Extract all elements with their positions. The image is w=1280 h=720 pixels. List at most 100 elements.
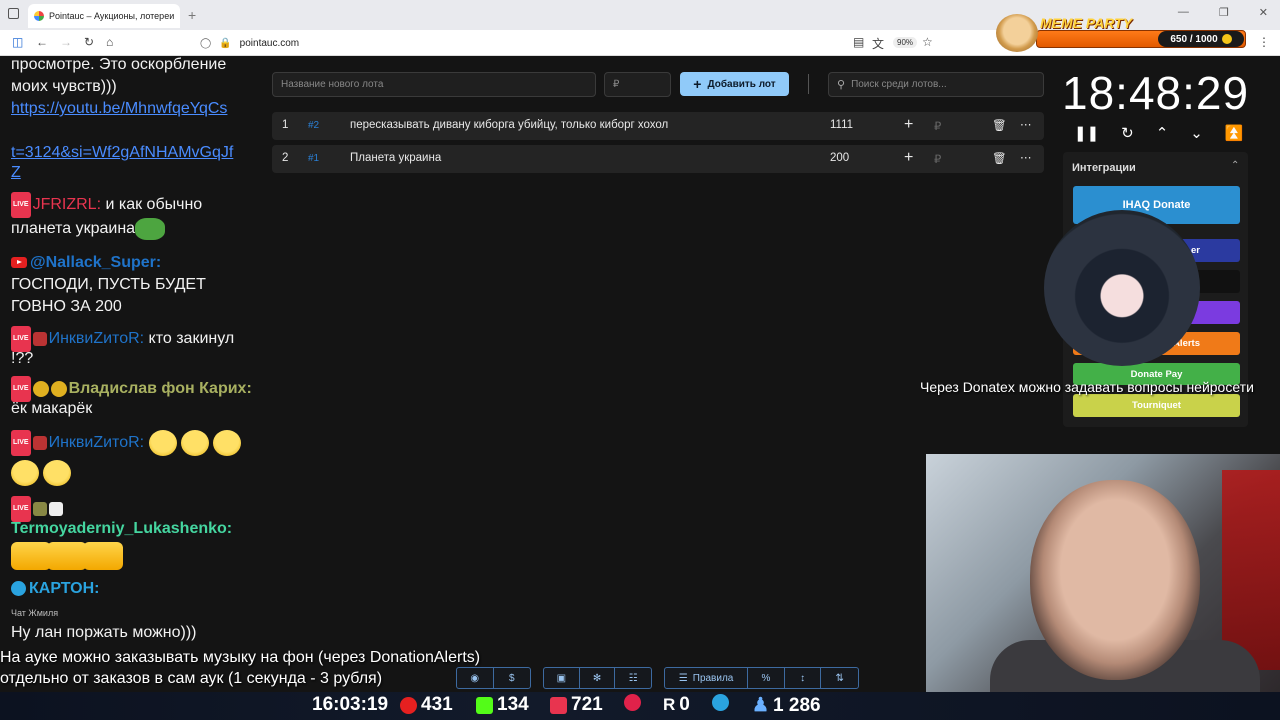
trash-icon[interactable]: 🗑: [992, 151, 1007, 165]
stream-chat: просмотре. Это оскорбление моих чувств))…: [0, 56, 270, 696]
search-placeholder: Поиск среди лотов...: [851, 79, 947, 90]
window-controls: — ❐ ✕: [1178, 6, 1268, 19]
toolbar-group-settings: ☰ Правила % ↕ ⇅: [664, 667, 859, 689]
chat-username: ИнквиZитоR:: [48, 434, 145, 452]
url-text: pointauc.com: [239, 37, 300, 49]
youtube-count: 431: [421, 694, 453, 715]
vtuber-avatar: [1044, 210, 1200, 366]
user-badge-icon: [32, 332, 47, 346]
youtube-viewers: 431: [400, 694, 453, 716]
chat-emotes: [11, 542, 123, 570]
collapse-chevron-icon[interactable]: ⌃: [1231, 160, 1239, 171]
new-tab-button[interactable]: +: [188, 7, 196, 23]
lot-id: #1: [308, 153, 320, 164]
integrations-title: Интеграции: [1072, 162, 1136, 174]
more-icon[interactable]: ⋯: [1020, 117, 1032, 131]
lot-name[interactable]: пересказывать дивану киборга убийцу, тол…: [350, 119, 668, 131]
tourniquet-button[interactable]: Tourniquet: [1073, 394, 1240, 417]
currency-placeholder: ₽: [613, 79, 620, 90]
add-lot-button[interactable]: + Добавить лот: [680, 72, 789, 96]
bug-icon[interactable]: ✻: [580, 668, 616, 688]
laugh-emote-icon: [11, 460, 39, 486]
chevron-down-icon[interactable]: ⌄: [1190, 124, 1203, 142]
save-icon[interactable]: ▣: [544, 668, 580, 688]
toolbar-divider: [808, 74, 809, 94]
rules-button[interactable]: ☰ Правила: [665, 668, 749, 688]
sidebar-toggle-icon[interactable]: ◫: [12, 35, 23, 49]
chat-link[interactable]: Z: [11, 162, 21, 184]
chevron-up-icon[interactable]: ⌃: [1156, 124, 1169, 142]
bookmark-star-icon[interactable]: ☆: [922, 35, 933, 49]
chat-username: ИнквиZитоR:: [48, 330, 145, 348]
chat-message: LIVE JFRIZRL: и как обычно: [11, 192, 202, 218]
chat-link[interactable]: https://youtu.be/MhnwfqeYqCs: [11, 98, 227, 120]
user-badge-icon: [32, 502, 47, 516]
lot-index: 2: [282, 152, 289, 164]
clear-icon[interactable]: ☷: [615, 668, 651, 688]
add-lot-label: Добавить лот: [707, 78, 776, 90]
browser-tab[interactable]: Pointauc – Аукционы, лотереи ✕: [28, 4, 180, 28]
forward-icon[interactable]: →: [60, 35, 72, 49]
lot-currency[interactable]: ₽: [934, 119, 941, 133]
percent-button[interactable]: %: [748, 668, 785, 688]
chat-message-text: кто закинул: [144, 330, 235, 348]
reload-icon[interactable]: ↻: [84, 35, 94, 49]
lot-amount[interactable]: 200: [830, 152, 849, 164]
minimize-icon[interactable]: —: [1178, 6, 1189, 19]
rutube-icon: R: [663, 695, 676, 714]
chat-link[interactable]: t=3124&si=Wf2gAfNHAMvGqJf: [11, 142, 233, 164]
chat-username: Владислав фон Карих:: [68, 380, 252, 398]
tab-actions-icon[interactable]: [8, 8, 19, 19]
chat-message: планета украина: [11, 218, 166, 240]
lot-search-input[interactable]: ⚲ Поиск среди лотов...: [828, 72, 1044, 97]
favicon-icon: [34, 11, 44, 21]
play-icon: [624, 694, 641, 711]
viewers-count: 1 286: [773, 694, 821, 716]
webcam-background-flag: [1222, 470, 1280, 670]
plus-icon[interactable]: +: [904, 149, 913, 167]
lot-name[interactable]: Планета украина: [350, 152, 441, 164]
chat-username: Termoyaderniy_Lukashenko:: [11, 520, 233, 537]
lot-row[interactable]: 1 #2 пересказывать дивану киборга убийцу…: [272, 112, 1044, 140]
menu-dots-icon[interactable]: ⋮: [1258, 35, 1270, 49]
lot-amount[interactable]: 1111: [830, 119, 853, 131]
close-window-icon[interactable]: ✕: [1259, 6, 1268, 19]
translate-icon[interactable]: 文: [872, 35, 884, 52]
chat-message-text: и как обычно: [101, 196, 203, 214]
vk-count: 721: [571, 694, 603, 715]
chat-username: КАРТОН:: [29, 580, 100, 597]
double-chevron-up-icon[interactable]: ⏫: [1225, 124, 1244, 142]
tab-close-icon[interactable]: ✕: [179, 11, 180, 22]
more-icon[interactable]: ⋯: [1020, 150, 1032, 164]
pause-icon[interactable]: ❚❚: [1074, 124, 1099, 142]
ihaq-donate-label: IHAQ Donate: [1122, 199, 1191, 211]
music-order-note-line: На ауке можно заказывать музыку на фон (…: [0, 649, 481, 666]
zoom-badge[interactable]: 90%: [893, 37, 918, 48]
youtube-icon: [400, 696, 417, 714]
lot-currency[interactable]: ₽: [934, 152, 941, 166]
new-lot-amount-input[interactable]: ₽: [604, 72, 671, 97]
trovo-viewers: [624, 694, 641, 711]
laugh-emote-icon: [180, 430, 209, 456]
auction-timer: 18:48:29: [1062, 67, 1250, 119]
reset-icon[interactable]: ↻: [1121, 124, 1134, 142]
new-lot-name-input[interactable]: Название нового лота: [272, 72, 596, 97]
lot-row[interactable]: 2 #1 Планета украина 200 + ₽ 🗑 ⋯: [272, 145, 1044, 173]
sort-icon[interactable]: ⇅: [821, 668, 858, 688]
github-icon[interactable]: ◉: [457, 668, 494, 688]
url-field[interactable]: ◯ 🔒 pointauc.com: [200, 33, 940, 53]
maximize-icon[interactable]: ❐: [1219, 6, 1229, 19]
reader-view-icon[interactable]: ▤: [853, 35, 864, 49]
plus-icon[interactable]: +: [904, 116, 913, 134]
youtube-icon: [11, 257, 27, 269]
chat-message: @Nallack_Super:: [11, 252, 161, 274]
home-icon[interactable]: ⌂: [106, 35, 113, 49]
meme-party-counter: 650 / 1000: [1158, 31, 1244, 47]
coin-icon: [1221, 34, 1232, 44]
rutube-count: 0: [679, 694, 690, 715]
chat-username: @Nallack_Super:: [30, 254, 162, 271]
back-icon[interactable]: ←: [36, 35, 48, 49]
dollar-icon[interactable]: $: [494, 668, 531, 688]
split-icon[interactable]: ↕: [785, 668, 822, 688]
trash-icon[interactable]: 🗑: [992, 118, 1007, 132]
